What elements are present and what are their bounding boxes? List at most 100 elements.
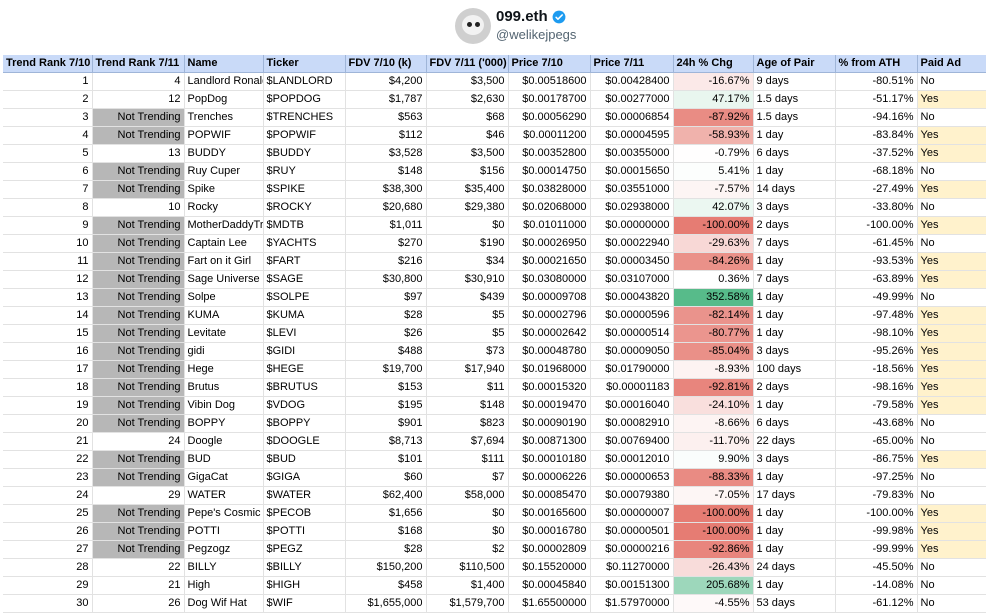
table-cell[interactable]: Not Trending: [92, 324, 185, 343]
table-cell[interactable]: -49.99%: [835, 288, 918, 307]
table-cell[interactable]: Not Trending: [92, 468, 185, 487]
table-cell[interactable]: $0.00090190: [508, 414, 591, 433]
table-cell[interactable]: No: [917, 432, 986, 451]
table-cell[interactable]: -87.92%: [673, 108, 754, 127]
table-cell[interactable]: -0.79%: [673, 144, 754, 163]
table-cell[interactable]: $WATER: [263, 486, 346, 505]
table-cell[interactable]: $POTTI: [263, 522, 346, 541]
table-cell[interactable]: $TRENCHES: [263, 108, 346, 127]
table-cell[interactable]: $BUDDY: [263, 144, 346, 163]
table-cell[interactable]: 47.17%: [673, 90, 754, 109]
table-cell[interactable]: $0.11270000: [590, 558, 674, 577]
table-cell[interactable]: Yes: [917, 342, 986, 361]
table-cell[interactable]: Yes: [917, 378, 986, 397]
table-cell[interactable]: 100 days: [753, 360, 836, 379]
table-cell[interactable]: $110,500: [426, 558, 509, 577]
table-cell[interactable]: $0.00002642: [508, 324, 591, 343]
table-cell[interactable]: -98.10%: [835, 324, 918, 343]
table-cell[interactable]: $ROCKY: [263, 198, 346, 217]
table-cell[interactable]: $0.00003450: [590, 252, 674, 271]
table-cell[interactable]: 8: [3, 198, 93, 217]
table-cell[interactable]: $DOOGLE: [263, 432, 346, 451]
table-cell[interactable]: $97: [345, 288, 427, 307]
table-cell[interactable]: $WIF: [263, 594, 346, 613]
table-cell[interactable]: No: [917, 468, 986, 487]
table-cell[interactable]: $0.00001183: [590, 378, 674, 397]
table-cell[interactable]: No: [917, 72, 986, 91]
table-cell[interactable]: 10: [3, 234, 93, 253]
table-cell[interactable]: 1 day: [753, 306, 836, 325]
table-cell[interactable]: 22: [3, 450, 93, 469]
table-cell[interactable]: Hege: [184, 360, 264, 379]
table-cell[interactable]: 7 days: [753, 234, 836, 253]
table-cell[interactable]: $148: [345, 162, 427, 181]
table-cell[interactable]: 4: [92, 72, 185, 91]
table-cell[interactable]: 10: [92, 198, 185, 217]
table-cell[interactable]: -82.14%: [673, 306, 754, 325]
table-cell[interactable]: $112: [345, 126, 427, 145]
table-cell[interactable]: 17 days: [753, 486, 836, 505]
table-cell[interactable]: -24.10%: [673, 396, 754, 415]
table-cell[interactable]: $0.03551000: [590, 180, 674, 199]
table-cell[interactable]: Not Trending: [92, 234, 185, 253]
table-cell[interactable]: $0.00012010: [590, 450, 674, 469]
table-cell[interactable]: 14 days: [753, 180, 836, 199]
table-cell[interactable]: 1 day: [753, 162, 836, 181]
table-cell[interactable]: $BOPPY: [263, 414, 346, 433]
table-cell[interactable]: Landlord Ronald: [184, 72, 264, 91]
table-cell[interactable]: -14.08%: [835, 576, 918, 595]
table-cell[interactable]: $0.00769400: [590, 432, 674, 451]
table-cell[interactable]: $0.00000653: [590, 468, 674, 487]
table-cell[interactable]: -100.00%: [673, 522, 754, 541]
table-cell[interactable]: Levitate: [184, 324, 264, 343]
table-cell[interactable]: $216: [345, 252, 427, 271]
table-cell[interactable]: $0.00006854: [590, 108, 674, 127]
table-cell[interactable]: Yes: [917, 126, 986, 145]
table-cell[interactable]: -100.00%: [673, 216, 754, 235]
table-cell[interactable]: Doogle: [184, 432, 264, 451]
table-cell[interactable]: $101: [345, 450, 427, 469]
table-cell[interactable]: $150,200: [345, 558, 427, 577]
table-cell[interactable]: $0.01790000: [590, 360, 674, 379]
table-cell[interactable]: 3 days: [753, 198, 836, 217]
table-cell[interactable]: Yes: [917, 216, 986, 235]
table-cell[interactable]: $28: [345, 540, 427, 559]
table-cell[interactable]: $0.02938000: [590, 198, 674, 217]
table-cell[interactable]: 3 days: [753, 450, 836, 469]
table-cell[interactable]: $0.15520000: [508, 558, 591, 577]
table-cell[interactable]: 24 days: [753, 558, 836, 577]
table-cell[interactable]: $0.00010180: [508, 450, 591, 469]
table-cell[interactable]: Not Trending: [92, 180, 185, 199]
table-cell[interactable]: $0.01968000: [508, 360, 591, 379]
table-cell[interactable]: $0.00277000: [590, 90, 674, 109]
table-cell[interactable]: $2: [426, 540, 509, 559]
table-cell[interactable]: -94.16%: [835, 108, 918, 127]
table-cell[interactable]: $0.00151300: [590, 576, 674, 595]
table-cell[interactable]: $17,940: [426, 360, 509, 379]
table-cell[interactable]: Brutus: [184, 378, 264, 397]
table-cell[interactable]: $0.00000216: [590, 540, 674, 559]
table-cell[interactable]: 25: [3, 504, 93, 523]
table-cell[interactable]: $POPWIF: [263, 126, 346, 145]
table-cell[interactable]: WATER: [184, 486, 264, 505]
table-cell[interactable]: $58,000: [426, 486, 509, 505]
table-cell[interactable]: 23: [3, 468, 93, 487]
table-cell[interactable]: 13: [3, 288, 93, 307]
table-cell[interactable]: 20: [3, 414, 93, 433]
table-cell[interactable]: $0.00016040: [590, 396, 674, 415]
table-cell[interactable]: $0: [426, 522, 509, 541]
table-cell[interactable]: Trenches: [184, 108, 264, 127]
table-cell[interactable]: 24: [92, 432, 185, 451]
table-cell[interactable]: $156: [426, 162, 509, 181]
table-cell[interactable]: PopDog: [184, 90, 264, 109]
table-cell[interactable]: -80.51%: [835, 72, 918, 91]
table-cell[interactable]: 53 days: [753, 594, 836, 613]
table-cell[interactable]: $0: [426, 504, 509, 523]
table-cell[interactable]: gidi: [184, 342, 264, 361]
table-cell[interactable]: No: [917, 486, 986, 505]
table-cell[interactable]: -65.00%: [835, 432, 918, 451]
table-cell[interactable]: $1,787: [345, 90, 427, 109]
table-cell[interactable]: $195: [345, 396, 427, 415]
table-cell[interactable]: $GIGA: [263, 468, 346, 487]
table-cell[interactable]: 19: [3, 396, 93, 415]
